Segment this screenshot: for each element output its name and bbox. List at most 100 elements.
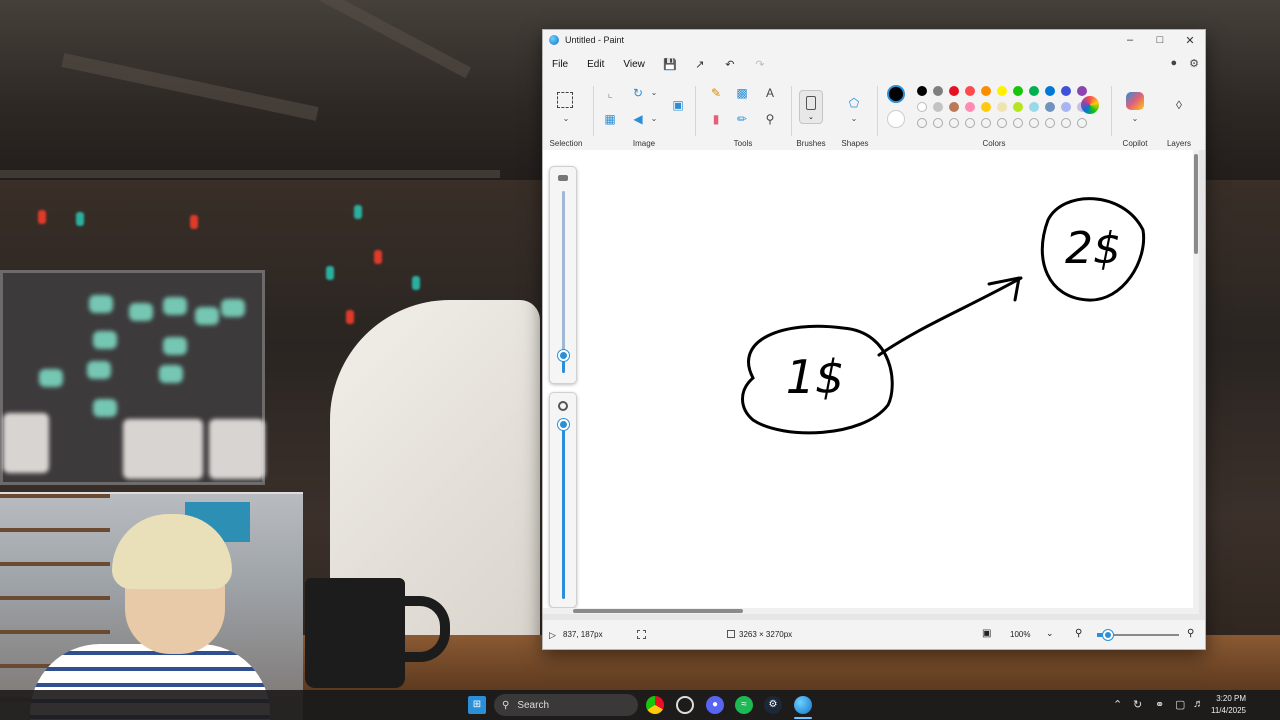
color-swatch[interactable] [965, 86, 975, 96]
fit-to-window-icon[interactable]: ▣ [982, 628, 991, 639]
zoom-out-icon[interactable]: ⚲ [1075, 628, 1082, 639]
chevron-down-icon[interactable]: ⌄ [645, 84, 663, 102]
monitor-glow [195, 307, 219, 325]
color-swatch[interactable] [965, 102, 975, 112]
color-swatch[interactable] [1061, 86, 1071, 96]
custom-color-slot[interactable] [1045, 118, 1055, 128]
color-swatch[interactable] [1061, 102, 1071, 112]
windows-start-icon[interactable]: ⊞ [468, 696, 486, 714]
menu-file[interactable]: File [543, 59, 578, 70]
scrollbar-thumb[interactable] [573, 609, 743, 613]
obs-icon[interactable] [676, 696, 694, 714]
custom-color-slot[interactable] [933, 118, 943, 128]
custom-color-slot[interactable] [965, 118, 975, 128]
steam-icon[interactable]: ⚙ [764, 696, 782, 714]
text-icon[interactable]: A [761, 84, 779, 102]
undo-icon[interactable]: ↶ [715, 58, 745, 71]
crop-icon[interactable]: ⌞ [601, 84, 619, 102]
custom-color-slot[interactable] [981, 118, 991, 128]
brush-size-slider[interactable] [549, 166, 577, 384]
microphone-icon[interactable]: ⚭ [1155, 698, 1164, 711]
color-swatch[interactable] [917, 86, 927, 96]
slider-thumb[interactable] [558, 419, 569, 430]
chevron-down-icon[interactable]: ⌄ [845, 110, 863, 128]
custom-color-slot[interactable] [1029, 118, 1039, 128]
chevron-down-icon[interactable]: ⌄ [645, 110, 663, 128]
copilot-icon[interactable] [1126, 92, 1144, 110]
taskbar-search[interactable]: ⚲ Search [494, 694, 638, 716]
close-button[interactable]: ✕ [1175, 30, 1205, 50]
magnifier-icon[interactable]: ⚲ [761, 110, 779, 128]
color-swatch[interactable] [1045, 102, 1055, 112]
color-swatch[interactable] [997, 102, 1007, 112]
chevron-down-icon[interactable]: ⌄ [1046, 628, 1054, 639]
color-swatch[interactable] [933, 102, 943, 112]
minimize-button[interactable]: – [1115, 30, 1145, 50]
canvas-size-icon [727, 630, 735, 638]
discord-icon[interactable]: ● [706, 696, 724, 714]
brushes-button[interactable]: ⌄ [799, 90, 823, 124]
spotify-icon[interactable]: ≈ [735, 696, 753, 714]
color-swatch[interactable] [917, 102, 927, 112]
settings-icon[interactable]: ⚙ [1189, 57, 1199, 70]
color-swatch[interactable] [1013, 86, 1023, 96]
chevron-down-icon[interactable]: ⌄ [557, 110, 575, 128]
color-swatch[interactable] [1013, 102, 1023, 112]
custom-color-slot[interactable] [949, 118, 959, 128]
selection-icon[interactable] [557, 92, 573, 108]
chrome-icon[interactable] [646, 696, 664, 714]
color-swatch[interactable] [981, 86, 991, 96]
edit-colors-icon[interactable] [1081, 96, 1099, 114]
zoom-slider-thumb[interactable] [1103, 630, 1113, 640]
color-swatch[interactable] [997, 86, 1007, 96]
monitor-glow [3, 413, 49, 473]
primary-color-swatch[interactable] [887, 85, 905, 103]
color-swatch[interactable] [1029, 86, 1039, 96]
custom-color-slot[interactable] [1077, 118, 1087, 128]
custom-color-slot[interactable] [1013, 118, 1023, 128]
chevron-down-icon[interactable]: ⌄ [1126, 110, 1144, 128]
custom-color-slot[interactable] [1061, 118, 1071, 128]
color-swatch[interactable] [1077, 86, 1087, 96]
horizontal-scrollbar[interactable] [543, 608, 1199, 614]
color-picker-icon[interactable]: ✏ [733, 110, 751, 128]
color-swatch[interactable] [933, 86, 943, 96]
monitor-glow [163, 297, 187, 315]
image-creator-icon[interactable]: ▣ [669, 96, 687, 114]
save-icon[interactable]: 💾 [655, 58, 685, 71]
volume-icon[interactable]: ♬ [1193, 698, 1204, 710]
drawing-canvas[interactable]: 1$ 2$ [543, 150, 1199, 614]
paint-taskbar-icon[interactable] [794, 696, 812, 714]
menu-view[interactable]: View [614, 59, 655, 70]
color-swatch[interactable] [1029, 102, 1039, 112]
maximize-button[interactable]: □ [1145, 30, 1175, 50]
secondary-color-swatch[interactable] [887, 110, 905, 128]
red-light [346, 310, 354, 324]
pencil-icon[interactable]: ✎ [707, 84, 725, 102]
zoom-level[interactable]: 100% [1010, 630, 1030, 639]
share-icon[interactable]: ↗ [685, 58, 715, 71]
color-swatch[interactable] [949, 102, 959, 112]
menu-edit[interactable]: Edit [578, 59, 614, 70]
scrollbar-thumb[interactable] [1194, 154, 1198, 254]
sync-icon[interactable]: ↻ [1133, 698, 1142, 711]
color-swatch[interactable] [1045, 86, 1055, 96]
opacity-slider[interactable] [549, 392, 577, 608]
chevron-up-icon[interactable]: ⌃ [1113, 698, 1122, 711]
eraser-icon[interactable]: ▮ [707, 110, 725, 128]
vertical-scrollbar[interactable] [1193, 150, 1199, 614]
custom-color-slot[interactable] [917, 118, 927, 128]
slider-thumb[interactable] [558, 350, 569, 361]
fill-icon[interactable]: ▩ [733, 84, 751, 102]
remove-background-icon[interactable]: ▦ [601, 110, 619, 128]
zoom-in-icon[interactable]: ⚲ [1187, 628, 1194, 639]
color-swatch[interactable] [981, 102, 991, 112]
teal-light [412, 276, 420, 290]
custom-color-slot[interactable] [997, 118, 1007, 128]
color-swatch[interactable] [949, 86, 959, 96]
taskbar-clock[interactable]: 3:20 PM 11/4/2025 [1211, 693, 1246, 717]
account-icon[interactable]: ● [1170, 57, 1177, 70]
network-icon[interactable]: ▢ [1175, 698, 1185, 711]
layers-icon[interactable]: ◊ [1170, 96, 1188, 114]
redo-icon[interactable]: ↷ [745, 58, 775, 71]
